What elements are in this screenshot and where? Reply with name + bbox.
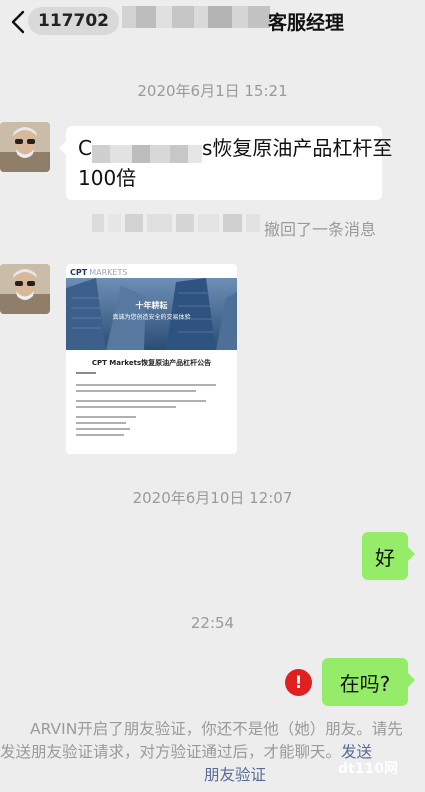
chat-header: 117702 客服经理: [0, 0, 425, 44]
brand-logo: CPT MARKETS: [70, 268, 127, 277]
document-title: CPT Markets恢复原油产品杠杆公告: [91, 359, 212, 367]
chevron-left-icon: [11, 10, 25, 34]
recall-name-mosaic: [92, 214, 260, 232]
send-failed-button[interactable]: !: [285, 669, 312, 696]
avatar-photo-icon: [0, 122, 50, 172]
avatar[interactable]: [0, 122, 50, 172]
brand-sub: MARKETS: [89, 268, 128, 277]
avatar[interactable]: [0, 264, 50, 314]
outgoing-message-bubble[interactable]: 好: [362, 532, 415, 580]
message-text: s恢复原油产品杠杆至: [201, 136, 393, 160]
chat-title: 客服经理: [268, 12, 345, 34]
unread-count-badge[interactable]: 117702: [28, 7, 119, 35]
timestamp: 2020年6月1日 15:21: [137, 82, 288, 100]
contact-name-mosaic: [122, 6, 270, 28]
banner-headline: 十年耕耘: [135, 301, 168, 310]
avatar-photo-icon: [0, 264, 50, 314]
notice-text: ARVIN开启了朋友验证，你还不是他（她）朋友。请先: [30, 720, 403, 738]
watermark: dt110网: [338, 761, 398, 777]
message-mosaic: [91, 141, 202, 163]
outgoing-message-bubble[interactable]: 在吗?: [322, 658, 415, 706]
announcement-image[interactable]: CPT MARKETS 十年耕耘 真诚为您创造安全的交易体验 CPT Market…: [66, 264, 237, 454]
incoming-message-bubble[interactable]: Cs恢复原油产品杠杆至 100倍: [59, 126, 392, 200]
notice-text: 发送朋友验证请求，对方验证通过后，才能聊天。: [0, 743, 342, 761]
recall-notice: 撤回了一条消息: [0, 210, 425, 240]
banner-subheadline: 真诚为您创造安全的交易体验: [112, 314, 191, 321]
back-button[interactable]: [6, 8, 30, 36]
exclamation-circle-icon: !: [294, 672, 303, 693]
timestamp: 2020年6月10日 12:07: [132, 489, 293, 507]
friend-verification-link[interactable]: 朋友验证: [204, 766, 266, 784]
message-text: 100倍: [78, 166, 137, 190]
brand-name: CPT: [70, 268, 88, 277]
timestamp: 22:54: [190, 614, 235, 632]
message-text: 在吗?: [339, 671, 391, 696]
message-text: C: [78, 136, 92, 160]
message-text: 好: [375, 545, 395, 570]
recall-text: 撤回了一条消息: [264, 220, 377, 239]
document-body-lines: [76, 372, 227, 436]
